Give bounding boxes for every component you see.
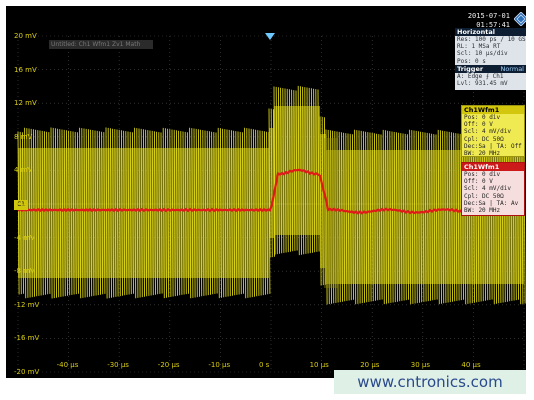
x-axis-tick-label: 30 µs: [410, 361, 431, 369]
math-coupling: Cpl: DC 50Ω: [464, 192, 504, 200]
trigger-position-marker[interactable]: [265, 33, 275, 40]
x-axis-tick-label: 20 µs: [360, 361, 380, 369]
math-scale: Scl: 4 mV/div: [464, 185, 511, 193]
ch1-transition-shadow: [324, 138, 338, 288]
trigger-level: Lvl: 931.45 mV: [457, 80, 508, 88]
y-axis-tick-label: 20 mV: [14, 32, 37, 40]
horizontal-scale: Scl: 10 µs/div: [457, 50, 508, 58]
horizontal-title: Horizontal: [455, 28, 526, 36]
horizontal-position: Pos: 0 s: [457, 57, 486, 65]
ch1-settings-panel[interactable]: Ch1Wfm1 Pos: 0 div Off: 0 V Scl: 4 mV/di…: [461, 105, 525, 157]
trigger-title-text: Trigger: [457, 64, 484, 73]
y-axis-tick-label: -8 mV: [14, 267, 35, 276]
trigger-title: Trigger Normal: [455, 64, 526, 73]
x-axis-tick-label: -40 µs: [56, 361, 79, 369]
y-axis-tick-label: 4 mV: [14, 166, 33, 175]
x-axis-tick-label: -10 µs: [208, 361, 231, 369]
math-decimation: Dec:Sa | TA: Av: [464, 199, 519, 207]
y-axis-tick-label: -12 mV: [14, 300, 40, 309]
waveform-name-label: Untitled: Ch1 Wfm1 Zv1 Math: [49, 40, 153, 49]
x-axis-tick-label: 40 µs: [461, 361, 481, 369]
math-title: Ch1Wfm1: [462, 163, 524, 171]
y-axis-tick-label: -4 mV: [14, 233, 35, 242]
ch1-offset: Off: 0 V: [464, 121, 493, 129]
ch1-decimation: Dec:Sa | TA: Off: [464, 142, 522, 150]
x-axis-tick-label: -30 µs: [107, 361, 129, 369]
waveform-screen[interactable]: [6, 6, 526, 378]
math-position: Pos: 0 div: [464, 171, 501, 178]
trigger-source: A: Edge ⨍ Ch1: [457, 72, 504, 80]
watermark-text: www.cntronics.com: [334, 370, 526, 394]
ch1-scale: Scl: 4 mV/div: [464, 128, 511, 136]
date-text: 2015-07-01: [467, 12, 510, 20]
trigger-mode: Normal: [500, 64, 524, 73]
oscilloscope-display: Untitled: Ch1 Wfm1 Zv1 Math C1 2015-07-0…: [6, 6, 526, 378]
ch1-bandwidth: BW: 20 MHz: [464, 150, 501, 158]
horizontal-trigger-panel[interactable]: Horizontal Res: 100 ps / 10 GSa/s RL: 1 …: [455, 28, 526, 90]
x-axis-tick-label: 0 s: [259, 361, 270, 369]
rohde-schwarz-logo-icon: [514, 12, 526, 26]
y-axis-tick-label: 0 V: [14, 200, 26, 208]
ch1-coupling: Cpl: DC 50Ω: [464, 135, 504, 143]
math-offset: Off: 0 V: [464, 178, 493, 186]
x-axis-tick-label: -20 µs: [157, 361, 180, 369]
math-bandwidth: BW: 20 MHz: [464, 207, 501, 215]
y-axis-tick-label: -20 mV: [14, 368, 40, 376]
math-settings-panel[interactable]: Ch1Wfm1 Pos: 0 div Off: 0 V Scl: 4 mV/di…: [461, 162, 525, 216]
y-axis-tick-label: -16 mV: [14, 334, 40, 343]
horizontal-record-length: RL: 1 MSa RT: [457, 43, 501, 51]
horizontal-resolution: Res: 100 ps / 10 GSa/s: [457, 36, 526, 43]
y-axis-tick-label: 16 mV: [14, 65, 37, 74]
ch1-title: Ch1Wfm1: [462, 106, 524, 114]
y-axis-tick-label: 12 mV: [14, 99, 37, 108]
x-axis-tick-label: 10 µs: [309, 361, 329, 369]
y-axis-tick-label: 8 mV: [14, 132, 33, 141]
ch1-position: Pos: 0 div: [464, 114, 501, 121]
